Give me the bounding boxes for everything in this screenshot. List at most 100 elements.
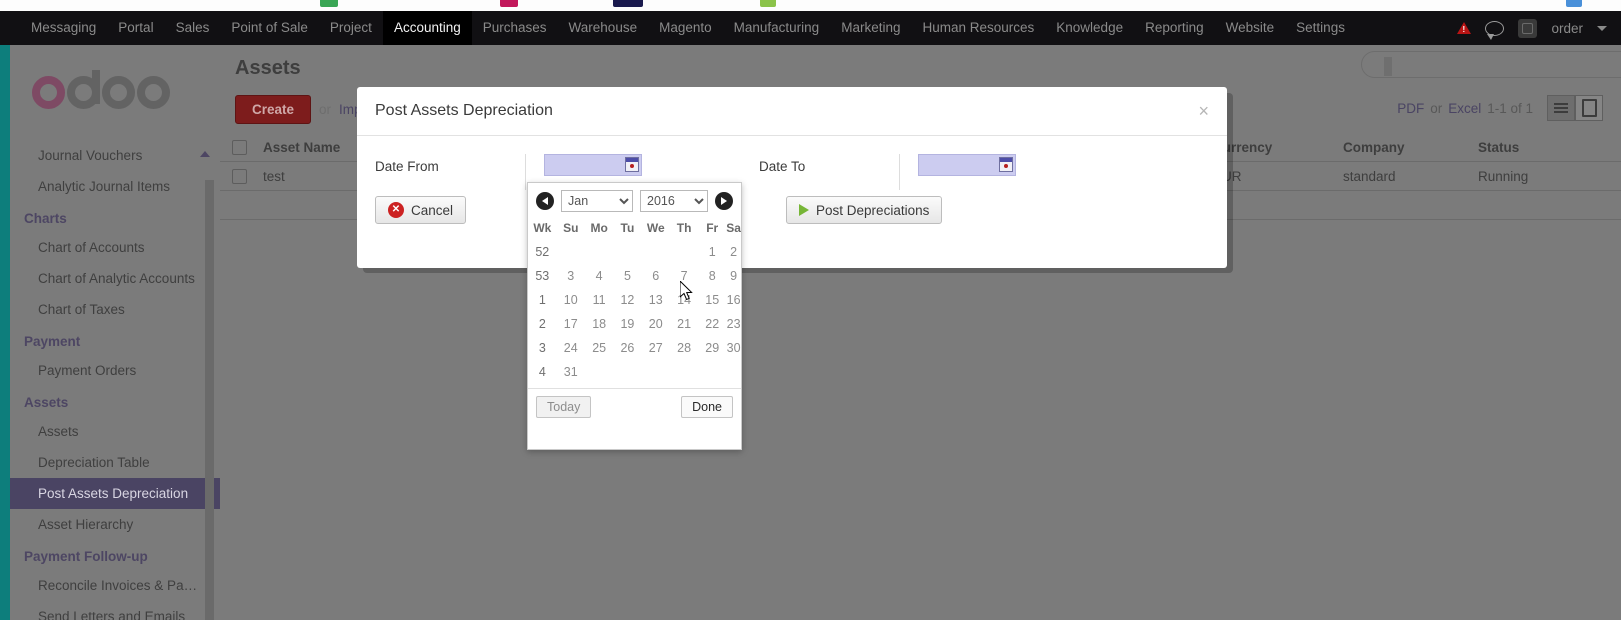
sidebar-item-send-letters-and-emails[interactable]: Send Letters and Emails [10, 601, 220, 620]
sidebar-item-reconcile-invoices-pa[interactable]: Reconcile Invoices & Pa… [10, 570, 220, 601]
calendar-day[interactable]: 11 [585, 288, 614, 312]
today-button[interactable]: Today [536, 396, 592, 418]
chat-icon[interactable] [1485, 20, 1505, 40]
excel-export-link[interactable]: Excel [1448, 101, 1481, 116]
calendar-day[interactable]: 28 [670, 336, 698, 360]
bookmark-chip[interactable] [320, 0, 338, 7]
search-input[interactable]: ✕ [1361, 51, 1621, 78]
calendar-day[interactable]: 19 [613, 312, 641, 336]
top-menu-item-magento[interactable]: Magento [648, 11, 723, 45]
calendar-day[interactable]: 21 [670, 312, 698, 336]
sidebar-scrollbar[interactable] [205, 180, 214, 620]
calendar-day[interactable]: 30 [726, 336, 741, 360]
top-menu-item-purchases[interactable]: Purchases [472, 11, 558, 45]
chevron-down-icon[interactable] [1597, 25, 1607, 31]
calendar-day[interactable]: 4 [585, 264, 614, 288]
calendar-day[interactable]: 6 [641, 264, 670, 288]
chevron-up-icon[interactable] [200, 151, 210, 157]
calendar-day[interactable]: 23 [726, 312, 741, 336]
row-checkbox[interactable] [232, 168, 247, 184]
top-menu-right-cluster: order [1457, 18, 1621, 40]
top-menu-item-accounting[interactable]: Accounting [382, 11, 472, 45]
top-menu-item-messaging[interactable]: Messaging [20, 11, 107, 45]
calendar-day[interactable]: 9 [726, 264, 741, 288]
sidebar-item-chart-of-analytic-accounts[interactable]: Chart of Analytic Accounts [10, 263, 220, 294]
field-separator [525, 154, 526, 190]
sidebar-item-payment-orders[interactable]: Payment Orders [10, 355, 220, 386]
close-icon[interactable]: × [1198, 102, 1209, 120]
sidebar-groups: Journal Vouchers Analytic Journal Items Ch… [10, 140, 220, 620]
calendar-day[interactable]: 7 [670, 264, 698, 288]
calendar-day[interactable]: 22 [698, 312, 726, 336]
top-menu-item-settings[interactable]: Settings [1285, 11, 1356, 45]
odoo-logo[interactable] [10, 45, 220, 140]
week-number: 1 [538, 293, 546, 307]
top-menu-item-sales[interactable]: Sales [165, 11, 221, 45]
month-select[interactable]: JanFebMarAprMayJunJulAugSepOctNovDec [561, 190, 633, 212]
calendar-day[interactable]: 25 [585, 336, 614, 360]
calendar-day[interactable]: 24 [557, 336, 585, 360]
sidebar-item-label: Post Assets Depreciation [38, 486, 189, 501]
top-menu-item-human-resources[interactable]: Human Resources [911, 11, 1045, 45]
form-view-icon[interactable] [1575, 95, 1603, 121]
list-view-icon[interactable] [1547, 95, 1575, 121]
calendar-day[interactable]: 13 [641, 288, 670, 312]
calendar-day[interactable]: 17 [557, 312, 585, 336]
calendar-day[interactable]: 16 [726, 288, 741, 312]
bookmark-chip[interactable] [613, 0, 643, 7]
top-menu-item-marketing[interactable]: Marketing [830, 11, 911, 45]
prev-month-icon[interactable] [536, 192, 554, 210]
top-menu-item-website[interactable]: Website [1215, 11, 1286, 45]
column-header-status[interactable]: Status [1478, 140, 1598, 155]
calendar-day[interactable]: 12 [613, 288, 641, 312]
done-button[interactable]: Done [681, 396, 733, 418]
warning-triangle-icon[interactable] [1457, 22, 1472, 34]
create-button[interactable]: Create [235, 95, 312, 124]
calendar-day[interactable]: 29 [698, 336, 726, 360]
top-menu-item-project[interactable]: Project [319, 11, 383, 45]
date-to-input[interactable] [918, 154, 1016, 176]
calendar-day[interactable]: 10 [557, 288, 585, 312]
calendar-icon[interactable] [625, 157, 639, 172]
top-menu-item-knowledge[interactable]: Knowledge [1045, 11, 1134, 45]
column-header-company[interactable]: Company [1343, 140, 1478, 155]
calendar-day[interactable]: 1 [698, 240, 726, 264]
year-select[interactable]: 20142015201620172018 [640, 190, 708, 212]
select-all-checkbox[interactable] [232, 139, 247, 155]
sidebar-item-depreciation-table[interactable]: Depreciation Table [10, 447, 220, 478]
post-depreciations-button[interactable]: Post Depreciations [786, 196, 943, 224]
top-menu-item-manufacturing[interactable]: Manufacturing [723, 11, 831, 45]
calendar-icon-2[interactable] [999, 157, 1013, 172]
bookmark-chip[interactable] [500, 0, 518, 7]
sidebar-item-analytic-journal-items[interactable]: Analytic Journal Items [10, 171, 220, 202]
top-menu-item-warehouse[interactable]: Warehouse [558, 11, 649, 45]
calendar-day[interactable]: 15 [698, 288, 726, 312]
calendar-day[interactable]: 18 [585, 312, 614, 336]
pdf-export-link[interactable]: PDF [1397, 101, 1424, 116]
user-name-label[interactable]: order [1551, 21, 1583, 36]
calendar-day[interactable]: 5 [613, 264, 641, 288]
sidebar-item-chart-of-taxes[interactable]: Chart of Taxes [10, 294, 220, 325]
sidebar-item-journal-vouchers[interactable]: Journal Vouchers [10, 140, 220, 171]
calendar-day[interactable]: 26 [613, 336, 641, 360]
calendar-day[interactable]: 20 [641, 312, 670, 336]
bookmark-chip[interactable] [760, 0, 776, 7]
next-month-icon[interactable] [715, 192, 733, 210]
sidebar-item-assets[interactable]: Assets [10, 416, 220, 447]
calendar-day[interactable]: 31 [557, 360, 585, 384]
date-from-input[interactable] [544, 154, 642, 176]
cancel-button[interactable]: ✕ Cancel [375, 196, 467, 224]
top-menu-item-portal[interactable]: Portal [107, 11, 164, 45]
calendar-day[interactable]: 3 [557, 264, 585, 288]
top-menu-item-point-of-sale[interactable]: Point of Sale [220, 11, 319, 45]
calendar-day[interactable]: 27 [641, 336, 670, 360]
avatar[interactable] [1518, 18, 1538, 38]
calendar-day[interactable]: 14 [670, 288, 698, 312]
sidebar-item-asset-hierarchy[interactable]: Asset Hierarchy [10, 509, 220, 540]
sidebar-item-post-assets-depreciation[interactable]: Post Assets Depreciation [10, 478, 220, 509]
calendar-day[interactable]: 2 [726, 240, 741, 264]
bookmark-chip[interactable] [1566, 0, 1582, 7]
top-menu-item-reporting[interactable]: Reporting [1134, 11, 1215, 45]
calendar-day[interactable]: 8 [698, 264, 726, 288]
sidebar-item-chart-of-accounts[interactable]: Chart of Accounts [10, 232, 220, 263]
